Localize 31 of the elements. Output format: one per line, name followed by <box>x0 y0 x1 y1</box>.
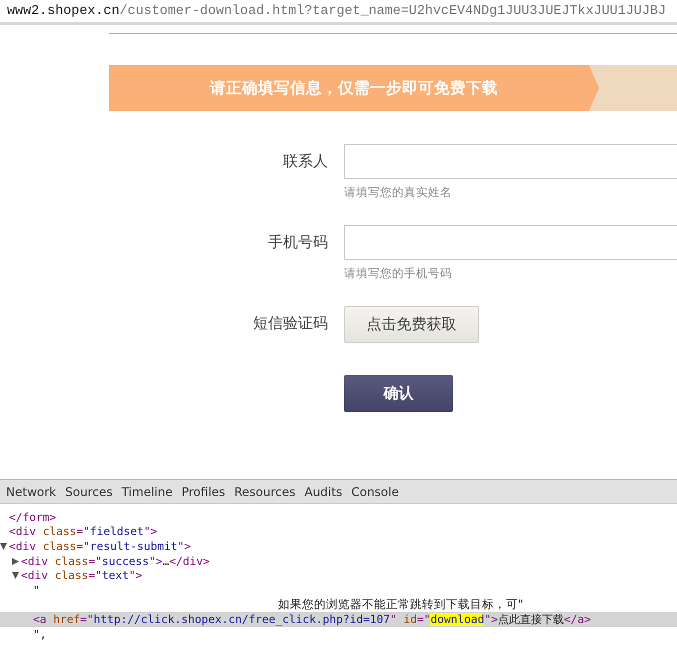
get-code-button[interactable]: 点击免费获取 <box>344 306 479 343</box>
code-line[interactable]: <div class="fieldset"> <box>9 525 158 538</box>
devtools-tab[interactable]: Profiles <box>182 484 226 498</box>
devtools-tab[interactable]: Timeline <box>122 484 173 498</box>
collapsed-triangle-icon[interactable] <box>12 558 19 565</box>
banner-text: 请正确填写信息，仅需一步即可免费下载 <box>210 78 498 98</box>
field-label: 联系人 <box>282 151 328 172</box>
devtools-tab[interactable]: Network <box>6 484 56 498</box>
code-line[interactable]: <div class="result-submit"> <box>9 540 191 553</box>
devtools-tab[interactable]: Console <box>351 484 399 498</box>
input-field[interactable] <box>344 144 677 179</box>
devtools-tab[interactable]: Audits <box>304 484 342 498</box>
code-line[interactable]: <div class="text"> <box>21 569 142 582</box>
address-bar[interactable]: www2.shopex.cn/customer-download.html?target_name=U2hvcEV4NDg1JUU3JUEJTkxJUU1JUJBJ <box>0 0 677 25</box>
field-label: 手机号码 <box>267 232 328 253</box>
devtools-tab[interactable]: Sources <box>65 484 113 498</box>
field-hint: 请填写您的手机号码 <box>344 265 453 282</box>
expanded-triangle-icon[interactable] <box>0 542 7 550</box>
url-host: www2.shopex.cn <box>7 4 120 18</box>
confirm-button[interactable]: 确认 <box>344 375 453 412</box>
code-line[interactable]: ", <box>33 628 46 641</box>
url-path: /customer-download.html?target_name=U2hvcEV4NDg1JUU3JUEJTkxJUU1JUJBJ <box>120 4 666 18</box>
devtools-tab[interactable]: Resources <box>234 484 296 498</box>
code-line[interactable]: 如果您的浏览器不能正常跳转到下载目标，可" <box>33 597 524 612</box>
expanded-triangle-icon[interactable] <box>12 572 19 580</box>
code-line[interactable]: <div class="success">…</div> <box>21 554 210 568</box>
field-hint: 请填写您的真实姓名 <box>344 184 453 201</box>
input-field[interactable] <box>344 225 677 260</box>
code-line[interactable]: </form> <box>9 510 56 524</box>
field-label: 短信验证码 <box>252 313 328 334</box>
code-line[interactable]: " <box>33 584 40 597</box>
